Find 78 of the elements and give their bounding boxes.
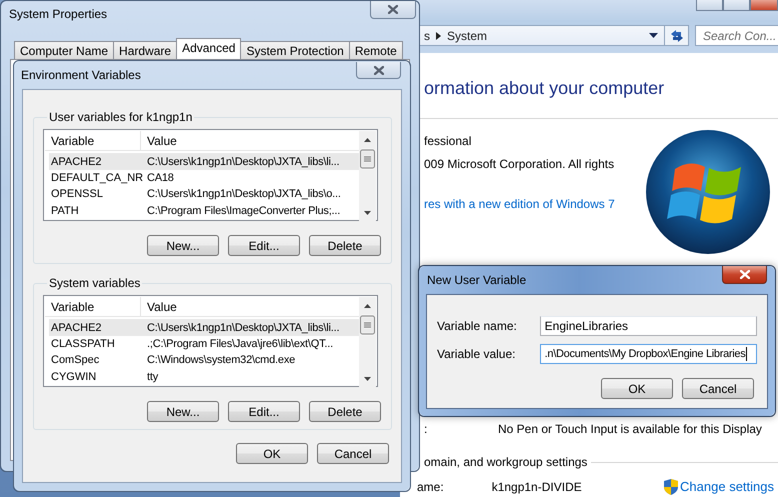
dialog-button[interactable]: Edit... xyxy=(228,401,300,422)
edition-text: fessional xyxy=(424,133,472,149)
table-cell-text: CYGWIN xyxy=(50,370,98,383)
column-header[interactable]: Value xyxy=(141,131,359,150)
page-heading: ormation about your computer xyxy=(424,77,666,99)
dialog-button[interactable]: New... xyxy=(147,401,219,422)
dialog-button[interactable]: OK xyxy=(601,378,673,399)
change-settings-link[interactable]: Change settings xyxy=(664,479,774,495)
input-field[interactable]: EngineLibraries xyxy=(540,316,757,336)
dialog-button[interactable]: Cancel xyxy=(682,378,754,399)
window-title: New User Variable xyxy=(427,273,526,287)
breadcrumb-item[interactable]: System xyxy=(447,28,488,42)
dialog-button[interactable]: OK xyxy=(236,443,308,464)
refresh-icon xyxy=(668,28,684,44)
list-row[interactable]: CLASSPATH .;C:\Program Files\Java\jre6\lib\ext\QT... xyxy=(49,336,359,352)
table-cell-text: ComSpec xyxy=(50,354,100,366)
tab[interactable]: Remote xyxy=(348,41,403,59)
list-row[interactable]: PATH C:\Program Files\ImageConverter Plus;... xyxy=(49,202,359,219)
close-icon xyxy=(740,270,750,279)
table-cell-text: OPENSSL xyxy=(50,188,104,200)
table-cell-text: CA18 xyxy=(147,172,175,184)
tab[interactable]: Advanced xyxy=(176,38,242,59)
tab[interactable]: System Protection xyxy=(240,41,350,59)
tab[interactable]: Hardware xyxy=(113,41,178,59)
window-title: Environment Variables xyxy=(21,68,141,82)
group-title: System variables xyxy=(48,276,142,290)
field-label: Variable name: xyxy=(437,319,518,333)
input-field[interactable]: .n\Documents\My Dropbox\Engine Libraries xyxy=(540,344,757,364)
close-icon xyxy=(374,66,384,74)
refresh-button[interactable] xyxy=(665,25,689,46)
close-button[interactable] xyxy=(356,62,401,79)
window-title: System Properties xyxy=(9,7,108,21)
list-row[interactable]: CYGWIN tty xyxy=(49,368,359,385)
close-button[interactable] xyxy=(722,266,767,284)
dialog-button[interactable]: Delete xyxy=(309,401,381,422)
table-cell-text: APACHE2 xyxy=(50,322,103,334)
dropdown-icon xyxy=(649,33,658,38)
copyright-text: 009 Microsoft Corporation. All rights xyxy=(424,156,615,172)
computer-name-value: k1ngp1n-DIVIDE xyxy=(492,479,582,495)
table-cell-text: C:\Users\k1ngp1n\Desktop\JXTA_libs\o... xyxy=(147,188,342,200)
search-field[interactable]: Search Con... xyxy=(695,25,778,46)
table-cell-text: C:\Users\k1ngp1n\Desktop\JXTA_libs\li... xyxy=(147,156,340,168)
column-header[interactable]: Variable xyxy=(45,131,141,150)
dialog-button[interactable]: Delete xyxy=(309,235,381,256)
breadcrumb-item[interactable]: s xyxy=(424,28,430,42)
table-cell-text: .;C:\Program Files\Java\jre6\lib\ext\QT... xyxy=(147,338,334,350)
table-cell-text: DEFAULT_CA_NR xyxy=(50,172,144,184)
list-row[interactable]: OPENSSL C:\Users\k1ngp1n\Desktop\JXTA_libs\o... xyxy=(49,186,359,203)
dialog-button[interactable]: Cancel xyxy=(317,443,389,464)
table-cell-text: C:\Program Files\ImageConverter Plus;... xyxy=(147,204,342,217)
list-row[interactable]: APACHE2 C:\Users\k1ngp1n\Desktop\JXTA_libs\li... xyxy=(49,153,359,170)
table-cell-text: tty xyxy=(147,370,160,383)
shield-icon xyxy=(664,479,678,495)
table-cell-text: PATH xyxy=(50,204,80,217)
column-header[interactable]: Value xyxy=(141,297,359,316)
list-row[interactable]: APACHE2 C:\Users\k1ngp1n\Desktop\JXTA_libs\li... xyxy=(49,319,359,336)
field-label: : xyxy=(424,421,428,437)
tab[interactable]: Computer Name xyxy=(14,41,114,59)
close-icon xyxy=(388,5,398,14)
minimize-button[interactable] xyxy=(696,0,723,11)
chevron-icon xyxy=(436,32,441,40)
pen-touch-value: No Pen or Touch Input is available for this Display xyxy=(498,421,762,437)
table-cell-text: CLASSPATH xyxy=(50,338,116,350)
group-title: User variables for k1ngp1n xyxy=(48,110,194,124)
list-row[interactable]: ComSpec C:\Windows\system32\cmd.exe xyxy=(49,352,359,369)
table-cell-text: C:\Windows\system32\cmd.exe xyxy=(147,354,296,366)
dialog-button[interactable]: Edit... xyxy=(228,235,300,256)
list-row[interactable]: DEFAULT_CA_NR CA18 xyxy=(49,170,359,186)
upgrade-link[interactable]: res with a new edition of Windows 7 xyxy=(424,196,615,212)
field-label: ame: xyxy=(417,479,444,495)
section-heading: omain, and workgroup settings xyxy=(424,454,588,470)
column-header[interactable]: Variable xyxy=(45,297,141,316)
field-label: Variable value: xyxy=(437,347,516,361)
close-button[interactable] xyxy=(370,1,416,19)
table-cell-text: APACHE2 xyxy=(50,156,103,168)
dialog-button[interactable]: New... xyxy=(147,235,219,256)
table-cell-text: C:\Users\k1ngp1n\Desktop\JXTA_libs\li... xyxy=(147,322,340,334)
maximize-button[interactable] xyxy=(723,0,750,11)
